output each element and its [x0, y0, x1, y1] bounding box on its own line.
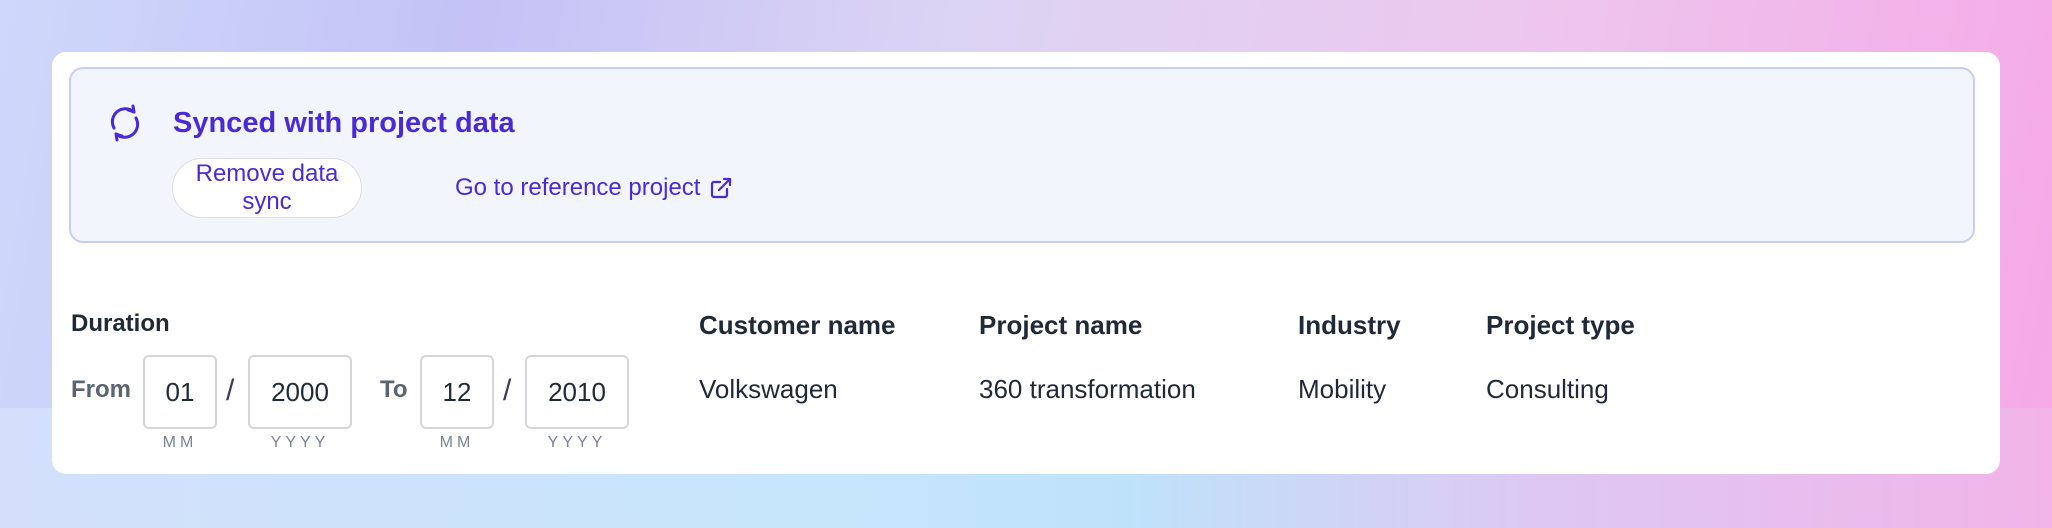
industry-value: Mobility — [1298, 374, 1387, 404]
project-name-value: 360 transformation — [979, 374, 1196, 404]
to-date-separator: / — [503, 374, 512, 407]
project-type-value: Consulting — [1486, 374, 1609, 404]
to-label: To — [380, 376, 408, 403]
from-label: From — [71, 376, 131, 403]
from-month-input[interactable] — [143, 355, 217, 429]
to-month-hint: MM — [439, 434, 475, 451]
from-month-hint: MM — [162, 434, 198, 451]
industry-label: Industry — [1298, 310, 1401, 340]
reference-project-link-label: Go to reference project — [455, 174, 701, 201]
sync-title: Synced with project data — [173, 107, 515, 139]
sync-banner: Synced with project data Remove data syn… — [69, 67, 1975, 243]
project-card: Synced with project data Remove data syn… — [52, 52, 2000, 474]
project-name-label: Project name — [979, 310, 1143, 340]
to-year-hint: YYYY — [547, 434, 607, 451]
customer-name-label: Customer name — [699, 310, 896, 340]
from-date-separator: / — [226, 374, 235, 407]
external-link-icon — [710, 177, 732, 199]
duration-label: Duration — [71, 310, 170, 337]
from-year-input[interactable] — [248, 355, 352, 429]
from-year-hint: YYYY — [270, 434, 330, 451]
reference-project-link[interactable]: Go to reference project — [455, 158, 732, 218]
customer-name-value: Volkswagen — [699, 374, 838, 404]
sync-icon — [105, 103, 145, 143]
to-month-input[interactable] — [420, 355, 494, 429]
to-year-input[interactable] — [525, 355, 629, 429]
project-type-label: Project type — [1486, 310, 1635, 340]
remove-data-sync-button[interactable]: Remove data sync — [172, 158, 362, 218]
